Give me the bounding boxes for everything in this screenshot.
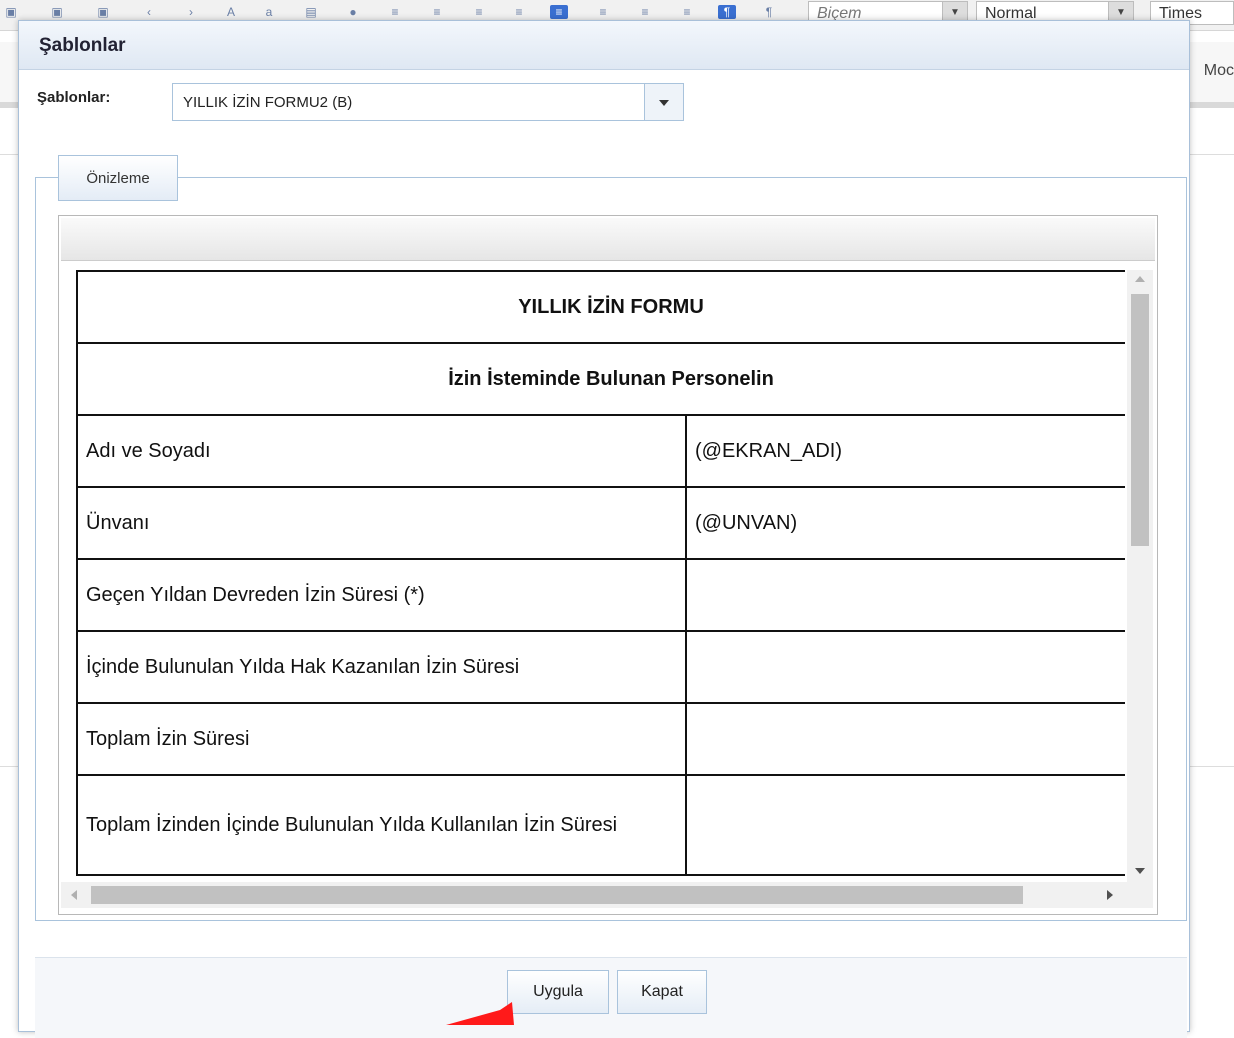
select-all-icon[interactable]: ▤ <box>302 5 320 19</box>
rtl-icon[interactable]: ¶ <box>760 5 778 19</box>
form-title: YILLIK İZİN FORMU <box>76 270 1125 344</box>
template-select[interactable]: YILLIK İZİN FORMU2 (B) <box>172 83 684 121</box>
align-center-icon[interactable]: ≡ <box>594 5 612 19</box>
row-value <box>685 702 1125 776</box>
chevron-down-icon <box>659 100 669 106</box>
paste-word-icon[interactable]: ▣ <box>94 5 112 19</box>
leave-form-table: YILLIK İZİN FORMU İzin İsteminde Bulunan… <box>76 270 1125 876</box>
template-select-value: YILLIK İZİN FORMU2 (B) <box>183 94 353 111</box>
ltr-icon[interactable]: ¶ <box>718 5 736 19</box>
scroll-up-icon[interactable] <box>1135 276 1145 282</box>
row-label: Toplam İzin Süresi <box>76 702 687 776</box>
dialog-title: Şablonlar <box>39 35 126 56</box>
row-value <box>685 558 1125 632</box>
tab-preview[interactable]: Önizleme <box>58 155 178 201</box>
template-label: Şablonlar: <box>37 89 111 106</box>
preview-topbar <box>61 218 1155 261</box>
justify-icon[interactable]: ≡ <box>678 5 696 19</box>
row-label: Toplam İzinden İçinde Bulunulan Yılda Ku… <box>76 774 687 876</box>
replace-icon[interactable]: a <box>260 5 278 19</box>
outdent-icon[interactable]: ≡ <box>470 5 488 19</box>
row-value: (@EKRAN_ADI) <box>685 414 1125 488</box>
spellcheck-icon[interactable]: ● <box>344 5 362 19</box>
row-label: Geçen Yıldan Devreden İzin Süresi (*) <box>76 558 687 632</box>
dialog-footer: Uygula Kapat <box>35 957 1187 1038</box>
dialog-header[interactable]: Şablonlar <box>19 21 1189 70</box>
scroll-right-icon[interactable] <box>1107 890 1113 900</box>
mode-label: Moc <box>1203 62 1234 79</box>
bulleted-list-icon[interactable]: ≡ <box>428 5 446 19</box>
numbered-list-icon[interactable]: ≡ <box>386 5 404 19</box>
preview-content[interactable]: YILLIK İZİN FORMU İzin İsteminde Bulunan… <box>59 270 1125 882</box>
form-subtitle: İzin İsteminde Bulunan Personelin <box>76 342 1125 416</box>
table-row: Toplam İzinden İçinde Bulunulan Yılda Ku… <box>76 774 1125 876</box>
scroll-thumb[interactable] <box>91 886 1023 904</box>
paste-icon[interactable]: ▣ <box>2 5 20 19</box>
dropdown-button[interactable] <box>644 84 683 120</box>
scroll-corner <box>1127 882 1153 908</box>
undo-icon[interactable]: ‹ <box>140 5 158 19</box>
row-label: İçinde Bulunulan Yılda Hak Kazanılan İzi… <box>76 630 687 704</box>
find-icon[interactable]: A <box>222 5 240 19</box>
vertical-scrollbar[interactable] <box>1127 270 1153 882</box>
align-left-icon[interactable]: ≡ <box>550 5 568 19</box>
scroll-down-icon[interactable] <box>1135 868 1145 874</box>
row-label: Ünvanı <box>76 486 687 560</box>
align-right-icon[interactable]: ≡ <box>636 5 654 19</box>
paste-text-icon[interactable]: ▣ <box>48 5 66 19</box>
scroll-left-icon[interactable] <box>71 890 77 900</box>
close-button[interactable]: Kapat <box>617 970 707 1014</box>
redo-icon[interactable]: › <box>182 5 200 19</box>
row-label: Adı ve Soyadı <box>76 414 687 488</box>
table-row: Geçen Yıldan Devreden İzin Süresi (*) <box>76 558 1125 632</box>
preview-frame: YILLIK İZİN FORMU İzin İsteminde Bulunan… <box>58 215 1158 915</box>
row-value: (@UNVAN) <box>685 486 1125 560</box>
table-row: Ünvanı (@UNVAN) <box>76 486 1125 560</box>
templates-dialog: Şablonlar Şablonlar: YILLIK İZİN FORMU2 … <box>18 20 1190 1038</box>
table-row: İçinde Bulunulan Yılda Hak Kazanılan İzi… <box>76 630 1125 704</box>
table-row: Toplam İzin Süresi <box>76 702 1125 776</box>
indent-icon[interactable]: ≡ <box>510 5 528 19</box>
scroll-thumb[interactable] <box>1131 294 1149 546</box>
pointer-arrow-icon <box>446 1002 514 1025</box>
row-value <box>685 774 1125 876</box>
row-value <box>685 630 1125 704</box>
horizontal-scrollbar[interactable] <box>61 882 1127 908</box>
table-row: Adı ve Soyadı (@EKRAN_ADI) <box>76 414 1125 488</box>
